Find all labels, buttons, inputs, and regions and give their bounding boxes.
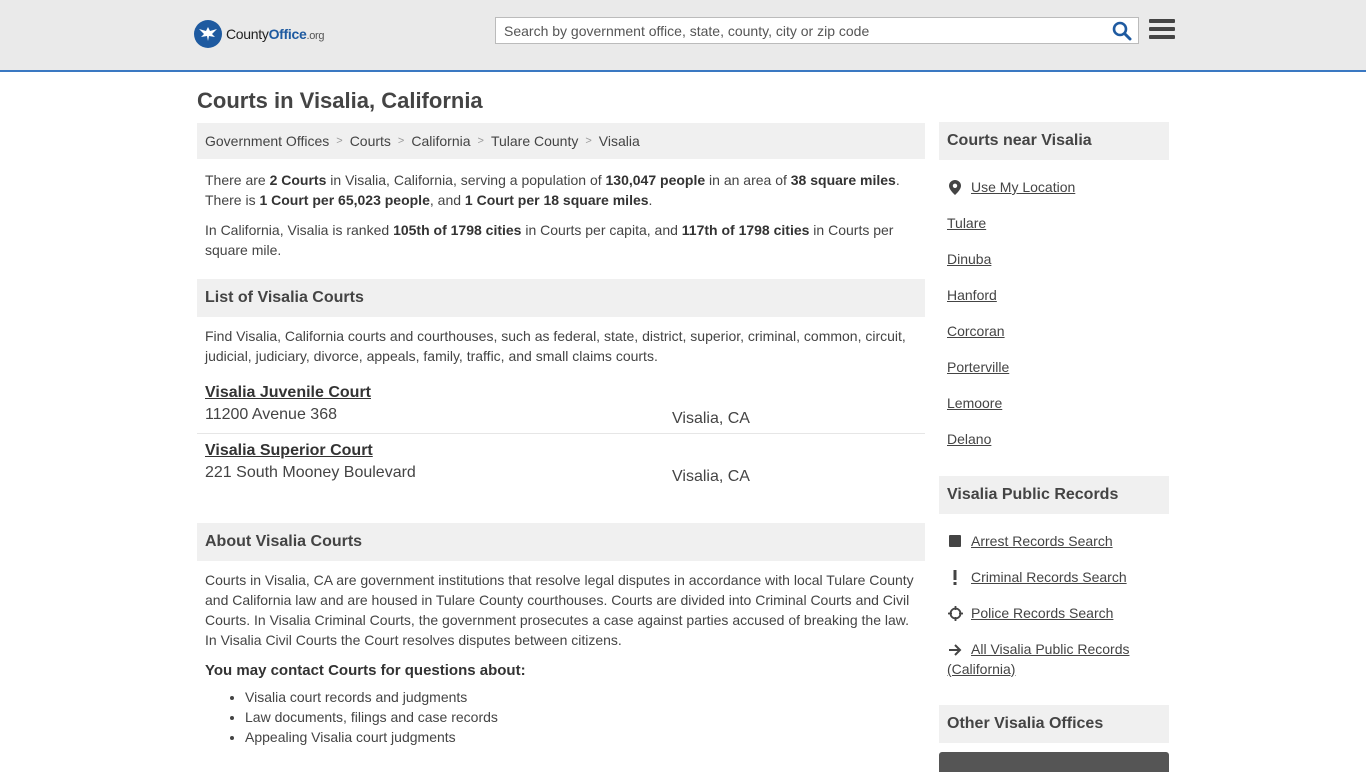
other-offices-list-top xyxy=(939,752,1169,772)
chevron-right-icon: > xyxy=(336,135,343,147)
site-header: CountyOffice.org xyxy=(0,0,1366,72)
hamburger-menu-icon[interactable] xyxy=(1149,19,1175,43)
chevron-right-icon: > xyxy=(585,135,592,147)
intro-population-text: There are 2 Courts in Visalia, Californi… xyxy=(205,172,900,208)
public-record-item: Police Records Search xyxy=(947,603,1161,639)
chevron-right-icon: > xyxy=(397,135,405,147)
nearby-cities-list: Use My Location Tulare Dinuba Hanford Co… xyxy=(939,160,1169,465)
breadcrumb-california[interactable]: California xyxy=(411,133,470,149)
court-name-link[interactable]: Visalia Superior Court xyxy=(205,442,373,459)
public-records-list: Arrest Records Search Criminal Records S… xyxy=(939,514,1169,693)
court-city: Visalia, CA xyxy=(672,468,750,485)
sidebar: Courts near Visalia Use My Location Tula… xyxy=(939,122,1169,772)
nearby-city-item: Dinuba xyxy=(947,249,1161,285)
nearby-city-item: Corcoran xyxy=(947,321,1161,357)
public-records-heading: Visalia Public Records xyxy=(939,476,1169,514)
chevron-right-icon: > xyxy=(477,135,484,147)
court-address: 221 South Mooney Boulevard xyxy=(205,464,416,481)
breadcrumb-visalia: Visalia xyxy=(598,133,640,149)
use-location-item: Use My Location xyxy=(947,177,1161,213)
search-box xyxy=(495,17,1139,44)
police-records-link[interactable]: Police Records Search xyxy=(971,603,1113,623)
list-item: Visalia court records and judgments xyxy=(245,687,925,707)
about-courts-heading: About Visalia Courts xyxy=(197,523,925,561)
court-item: Visalia Superior Court 221 South Mooney … xyxy=(197,434,925,491)
breadcrumb-courts[interactable]: Courts xyxy=(350,133,391,149)
arrest-records-link[interactable]: Arrest Records Search xyxy=(971,531,1113,551)
intro-ranking-text: In California, Visalia is ranked 105th o… xyxy=(205,222,894,258)
nearby-city-link-lemoore[interactable]: Lemoore xyxy=(947,393,1002,413)
square-icon xyxy=(947,533,963,549)
nearby-city-link-corcoran[interactable]: Corcoran xyxy=(947,321,1005,341)
list-item: Appealing Visalia court judgments xyxy=(245,727,925,747)
nearby-city-item: Porterville xyxy=(947,357,1161,393)
about-courts-text: Courts in Visalia, CA are government ins… xyxy=(205,572,914,648)
nearby-city-item: Lemoore xyxy=(947,393,1161,429)
eagle-logo-icon xyxy=(194,20,222,48)
public-record-item: All Visalia Public Records (California) xyxy=(947,639,1161,693)
public-record-item: Criminal Records Search xyxy=(947,567,1161,603)
contact-questions-list: Visalia court records and judgments Law … xyxy=(197,687,925,747)
search-input[interactable] xyxy=(496,18,1112,43)
courts-list-heading: List of Visalia Courts xyxy=(197,279,925,317)
court-item: Visalia Juvenile Court 11200 Avenue 368 … xyxy=(197,376,925,434)
nearby-city-link-delano[interactable]: Delano xyxy=(947,429,991,449)
criminal-records-link[interactable]: Criminal Records Search xyxy=(971,567,1127,587)
court-address: 11200 Avenue 368 xyxy=(205,406,337,423)
nearby-city-link-dinuba[interactable]: Dinuba xyxy=(947,249,991,269)
courts-list: Visalia Juvenile Court 11200 Avenue 368 … xyxy=(197,376,925,491)
logo-text: CountyOffice.org xyxy=(226,26,325,42)
nearby-city-item: Tulare xyxy=(947,213,1161,249)
all-public-records-link[interactable]: All Visalia Public Records (California) xyxy=(947,641,1129,677)
contact-questions-heading: You may contact Courts for questions abo… xyxy=(205,662,526,679)
breadcrumb-government-offices[interactable]: Government Offices xyxy=(205,133,329,149)
court-city: Visalia, CA xyxy=(672,410,750,427)
courts-near-heading: Courts near Visalia xyxy=(939,122,1169,160)
nearby-city-item: Hanford xyxy=(947,285,1161,321)
public-record-item: Arrest Records Search xyxy=(947,531,1161,567)
search-icon[interactable] xyxy=(1112,21,1132,41)
breadcrumb: Government Offices > Courts > California > … xyxy=(197,123,925,159)
court-name-link[interactable]: Visalia Juvenile Court xyxy=(205,384,371,401)
other-offices-heading: Other Visalia Offices xyxy=(939,705,1169,743)
nearby-city-link-hanford[interactable]: Hanford xyxy=(947,285,997,305)
site-logo[interactable]: CountyOffice.org xyxy=(194,20,325,48)
exclamation-icon xyxy=(947,569,963,585)
map-pin-icon xyxy=(947,179,963,195)
courts-list-description: Find Visalia, California courts and cour… xyxy=(205,328,906,364)
crosshair-icon xyxy=(947,605,963,621)
page-title: Courts in Visalia, California xyxy=(197,88,483,113)
main-content: Government Offices > Courts > California > … xyxy=(197,123,925,747)
nearby-city-link-porterville[interactable]: Porterville xyxy=(947,357,1009,377)
nearby-city-item: Delano xyxy=(947,429,1161,465)
use-my-location-link[interactable]: Use My Location xyxy=(971,177,1075,197)
breadcrumb-tulare-county[interactable]: Tulare County xyxy=(491,133,578,149)
list-item: Law documents, filings and case records xyxy=(245,707,925,727)
arrow-right-icon xyxy=(947,642,963,658)
nearby-city-link-tulare[interactable]: Tulare xyxy=(947,213,986,233)
